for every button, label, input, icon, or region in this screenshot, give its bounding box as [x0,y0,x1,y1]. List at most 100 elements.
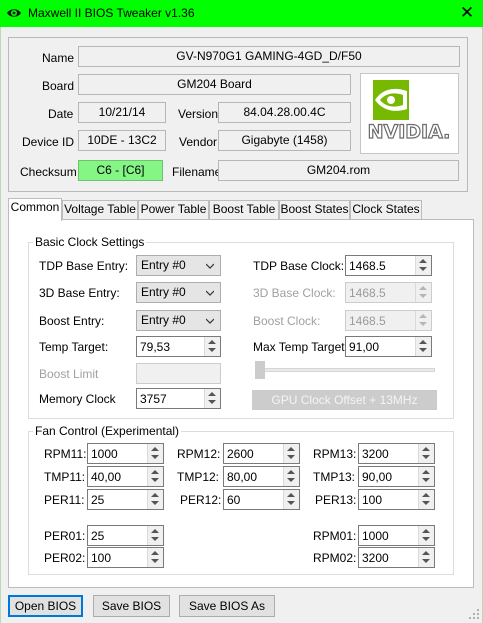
open-bios-button[interactable]: Open BIOS [8,595,83,617]
rpm12-stepper[interactable]: 2600 [223,443,300,464]
arrow-up-icon [208,340,216,344]
stepper-buttons[interactable] [147,444,163,463]
boost-limit-label: Boost Limit [39,367,99,381]
version-field: 84.04.28.00.4C [218,102,351,123]
stepper-buttons[interactable] [418,526,434,545]
close-icon[interactable]: ✕ [455,3,479,24]
rpm01-stepper[interactable]: 1000 [358,525,435,546]
3d-base-clock-stepper: 1468.5 [345,282,432,303]
save-bios-button[interactable]: Save BIOS [93,595,170,617]
stepper-buttons[interactable] [418,444,434,463]
temp-target-stepper[interactable]: 79,53 [136,336,221,357]
stepper-buttons[interactable] [204,389,220,408]
stepper-buttons[interactable] [147,526,163,545]
tdp-base-clock-value: 1468.5 [349,259,386,273]
clock-offset-slider-thumb[interactable] [255,361,265,379]
boost-entry-value: Entry #0 [141,313,186,327]
max-temp-target-stepper[interactable]: 91,00 [345,336,432,357]
stepper-buttons[interactable] [418,467,434,486]
arrow-up-icon [151,470,159,474]
arrow-down-icon [422,537,430,541]
rpm02-stepper[interactable]: 3200 [358,547,435,568]
boost-entry-label: Boost Entry: [39,314,105,328]
stepper-buttons [415,311,431,330]
tdp-base-clock-stepper[interactable]: 1468.5 [345,255,432,276]
checksum-label: Checksum [20,165,77,179]
stepper-buttons[interactable] [415,337,431,356]
stepper-buttons[interactable] [415,256,431,275]
3d-base-entry-label: 3D Base Entry: [39,286,120,300]
tab-common[interactable]: Common [8,198,62,221]
per02-stepper[interactable]: 100 [87,547,164,568]
rpm11-stepper[interactable]: 1000 [87,443,164,464]
rpm02-label: RPM02: [313,551,357,565]
tab-boost-table[interactable]: Boost Table [209,200,279,219]
arrow-up-icon [208,392,216,396]
stepper-buttons[interactable] [204,337,220,356]
per01-label: PER01: [44,529,86,543]
per01-stepper[interactable]: 25 [87,525,164,546]
tmp11-stepper[interactable]: 40,00 [87,466,164,487]
date-field: 10/21/14 [78,102,166,123]
per02-value: 100 [91,551,112,565]
arrow-up-icon [151,447,159,451]
stepper-buttons[interactable] [418,548,434,567]
rpm12-label: RPM12: [177,447,221,461]
tmp13-label: TMP13: [313,470,356,484]
tab-voltage-table[interactable]: Voltage Table [62,200,138,219]
rpm01-label: RPM01: [313,529,357,543]
per13-label: PER13: [315,493,357,507]
per13-stepper[interactable]: 100 [358,489,435,510]
rpm13-stepper[interactable]: 3200 [358,443,435,464]
arrow-down-icon [419,294,427,298]
arrow-up-icon [422,493,430,497]
arrow-up-icon [151,493,159,497]
tab-power-table[interactable]: Power Table [138,200,209,219]
tdp-base-entry-select[interactable]: Entry #0 [136,255,221,276]
tab-strip: Common Voltage Table Power Table Boost T… [8,198,422,221]
per11-stepper[interactable]: 25 [87,489,164,510]
per11-value: 25 [91,493,105,507]
3d-base-entry-select[interactable]: Entry #0 [136,282,221,303]
arrow-up-icon [419,314,427,318]
boost-clock-stepper: 1468.5 [345,310,432,331]
clock-offset-slider-track[interactable] [255,368,435,372]
max-temp-target-label: Max Temp Target: [253,340,348,354]
tab-boost-states[interactable]: Boost States [279,200,350,219]
tab-clock-states[interactable]: Clock States [350,200,422,219]
stepper-buttons[interactable] [418,490,434,509]
tmp12-label: TMP12: [177,470,220,484]
board-label: Board [42,79,75,93]
tmp12-value: 80,00 [227,470,258,484]
board-field: GM204 Board [78,74,351,95]
resize-grip-icon[interactable] [468,608,480,620]
rpm11-label: RPM11: [44,447,87,461]
stepper-buttons[interactable] [283,444,299,463]
per11-label: PER11: [44,493,85,507]
memory-clock-value: 3757 [140,392,167,406]
memory-clock-stepper[interactable]: 3757 [136,388,221,409]
arrow-up-icon [422,551,430,555]
stepper-buttons[interactable] [147,467,163,486]
stepper-buttons[interactable] [283,490,299,509]
stepper-buttons[interactable] [147,548,163,567]
save-bios-as-button[interactable]: Save BIOS As [179,595,275,617]
rpm13-label: RPM13: [313,447,357,461]
per01-value: 25 [91,529,105,543]
tdp-base-clock-label: TDP Base Clock: [253,259,345,273]
rpm11-value: 1000 [91,447,118,461]
name-label: Name [42,51,75,65]
device-id-label: Device ID [22,135,75,149]
tmp11-label: TMP11: [44,470,86,484]
stepper-buttons [415,283,431,302]
tmp12-stepper[interactable]: 80,00 [223,466,300,487]
per12-stepper[interactable]: 60 [223,489,300,510]
stepper-buttons[interactable] [283,467,299,486]
stepper-buttons[interactable] [147,490,163,509]
boost-entry-select[interactable]: Entry #0 [136,310,221,331]
arrow-down-icon [151,455,159,459]
arrow-down-icon [422,501,430,505]
rpm12-value: 2600 [227,447,254,461]
arrow-up-icon [287,493,295,497]
tmp13-stepper[interactable]: 90,00 [358,466,435,487]
